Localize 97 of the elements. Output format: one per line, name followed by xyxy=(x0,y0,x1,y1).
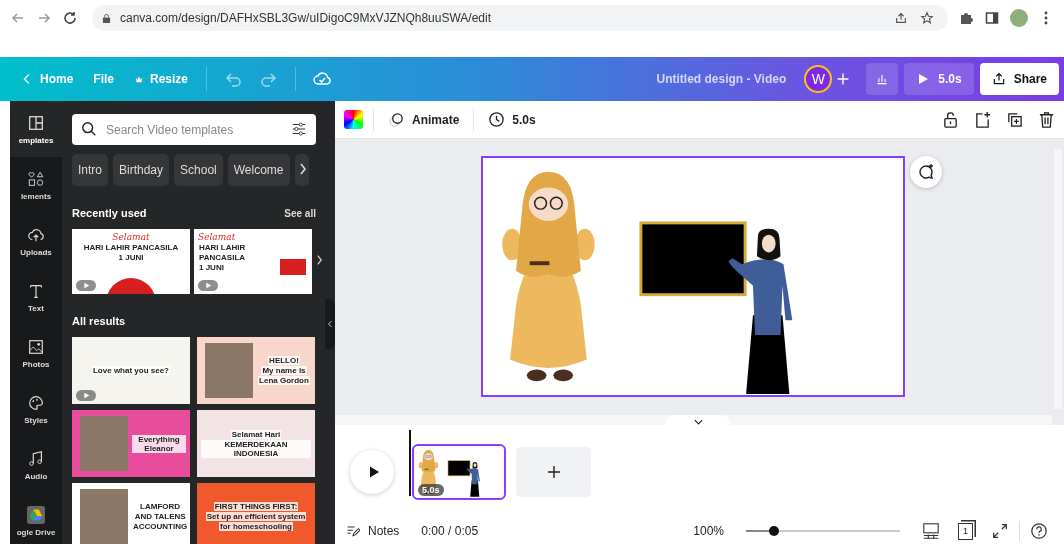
section-heading: All results xyxy=(72,315,126,327)
page-count[interactable]: 1 xyxy=(958,522,973,540)
pencil-lines-icon xyxy=(346,524,360,538)
thumbnail-text: Selamat xyxy=(198,232,236,242)
thumbnail-text: FIRST THINGS FIRST: xyxy=(213,502,299,511)
thumbnail-text: LAMFORD xyxy=(139,502,182,511)
image-icon xyxy=(27,337,45,356)
template-thumbnail[interactable]: FIRST THINGS FIRST: Set up an efficient system for homeschooling xyxy=(197,483,315,544)
category-chip[interactable]: Birthday xyxy=(113,154,170,186)
search-icon xyxy=(81,121,97,137)
add-comment-button[interactable] xyxy=(910,156,942,188)
thumbnail-text: ACCOUNTING xyxy=(132,522,189,531)
star-icon[interactable] xyxy=(920,11,934,25)
collapse-panel-button[interactable] xyxy=(325,299,335,349)
thumbnail-text: KEMERDEKAAN INDONESIA xyxy=(201,439,311,458)
thumbnail-text: HELLO! xyxy=(268,356,300,365)
music-icon xyxy=(27,449,45,468)
share-icon[interactable] xyxy=(894,11,908,25)
layout-icon xyxy=(27,113,45,132)
timeline-clip[interactable]: 5.0s xyxy=(412,443,506,500)
color-picker-icon[interactable] xyxy=(344,110,363,129)
template-thumbnail[interactable]: Love what you see? xyxy=(72,337,190,404)
chalkboard-drawing xyxy=(447,459,471,476)
flag-shape xyxy=(280,259,306,275)
animate-button[interactable]: Animate xyxy=(384,107,464,132)
shapes-icon xyxy=(27,169,45,188)
clock-icon xyxy=(488,111,506,128)
category-chip[interactable]: Welcome xyxy=(227,154,290,186)
palette-icon xyxy=(27,393,45,412)
trash-icon[interactable] xyxy=(1038,111,1055,128)
duplicate-icon[interactable] xyxy=(1006,111,1023,128)
thumbnail-text: Set up an efficient system xyxy=(205,512,307,521)
circles-icon xyxy=(388,111,405,128)
play-button[interactable] xyxy=(350,449,394,494)
zoom-percentage[interactable]: 100% xyxy=(693,524,724,538)
thumbnail-text: 1 JUNI xyxy=(117,253,145,262)
crown-icon xyxy=(134,74,144,84)
add-page-icon[interactable] xyxy=(974,111,991,128)
chevron-left-icon xyxy=(327,320,333,328)
design-canvas[interactable] xyxy=(481,156,905,397)
duration-button[interactable]: 5.0s xyxy=(484,107,540,132)
template-thumbnail[interactable]: Selamat HARI LAHIR PANCASILA 1 JUNI xyxy=(72,229,190,294)
thumbnail-text: for homeschooling xyxy=(219,522,293,531)
playhead-marker[interactable] xyxy=(409,429,411,496)
playback-time: 0:00 / 0:05 xyxy=(421,524,479,538)
thumbnail-text: 1 JUNI xyxy=(198,263,225,272)
fullscreen-icon[interactable] xyxy=(991,522,1009,540)
address-bar[interactable]: canva.com/design/DAFHxSBL3Gw/uIDigoC9MxVJZNQh8uuSWA/edit xyxy=(92,5,948,31)
chevron-down-icon xyxy=(693,419,703,425)
thumbnail-text: AND TALENS xyxy=(133,512,187,521)
template-thumbnail[interactable]: Selamat Hari KEMERDEKAAN INDONESIA xyxy=(197,410,315,477)
teacher-drawing xyxy=(466,461,480,497)
design-title[interactable]: Untitled design - Video xyxy=(656,72,787,86)
user-avatar[interactable]: W xyxy=(804,65,833,93)
lock-icon[interactable] xyxy=(942,111,959,128)
section-heading: Recently used xyxy=(72,207,147,219)
chevron-right-icon xyxy=(299,161,308,176)
thumbnail-text: Lena Gordon xyxy=(258,376,310,385)
side-panel-icon[interactable] xyxy=(984,10,1000,26)
grid-view-icon[interactable] xyxy=(922,522,940,540)
see-all-link[interactable]: See all xyxy=(284,207,316,219)
chevron-right-icon xyxy=(316,254,323,266)
thumbnail-text: My name is xyxy=(261,366,307,375)
slider-thumb[interactable] xyxy=(768,526,779,536)
category-chip[interactable]: School xyxy=(174,154,223,186)
thumbnail-text: PANCASILA xyxy=(198,253,247,262)
lock-icon xyxy=(102,12,111,24)
filter-icon[interactable] xyxy=(291,121,307,137)
comment-plus-icon xyxy=(917,163,935,181)
thumbnail-text: Selamat xyxy=(112,232,150,242)
bar-chart-icon xyxy=(875,72,890,86)
thumbnail-text: Selamat Hari xyxy=(230,429,282,439)
template-thumbnail[interactable]: Selamat HARI LAHIR PANCASILA 1 JUNI xyxy=(194,229,312,294)
share-icon xyxy=(991,72,1006,86)
url-text: canva.com/design/DAFHxSBL3Gw/uIDigoC9MxVJZNQh8uuSWA/edit xyxy=(120,11,492,25)
nav-item[interactable]: emplates xyxy=(10,101,62,157)
share-button[interactable]: Share xyxy=(979,63,1059,95)
insights-button[interactable] xyxy=(866,63,899,95)
thumbnail-text: Everything Eleanor xyxy=(132,434,186,453)
notes-button[interactable]: Notes xyxy=(346,524,400,538)
help-icon[interactable] xyxy=(1030,522,1048,540)
thumbnail-text: HARI LAHIR xyxy=(198,243,247,252)
next-chips-button[interactable] xyxy=(294,154,309,186)
horizontal-scrollbar[interactable] xyxy=(335,415,1052,425)
thumbnail-text: HARI LAHIR PANCASILA xyxy=(82,243,180,252)
puzzle-icon[interactable] xyxy=(958,10,974,26)
category-chip[interactable]: Intro xyxy=(72,154,108,186)
template-thumbnail[interactable]: Everything Eleanor xyxy=(72,410,190,477)
plus-icon xyxy=(546,464,561,479)
template-thumbnail[interactable]: HELLO! My name is Lena Gordon xyxy=(197,337,315,404)
present-button[interactable]: 5.0s xyxy=(904,63,974,95)
thumbnail-text: Love what you see? xyxy=(92,366,170,375)
drive-icon xyxy=(27,505,45,524)
template-thumbnail[interactable]: LAMFORD AND TALENS ACCOUNTING xyxy=(72,483,190,544)
search-field[interactable]: Search Video templates xyxy=(72,114,316,145)
reload-icon[interactable] xyxy=(62,10,78,26)
clip-duration-badge: 5.0s xyxy=(418,483,444,496)
